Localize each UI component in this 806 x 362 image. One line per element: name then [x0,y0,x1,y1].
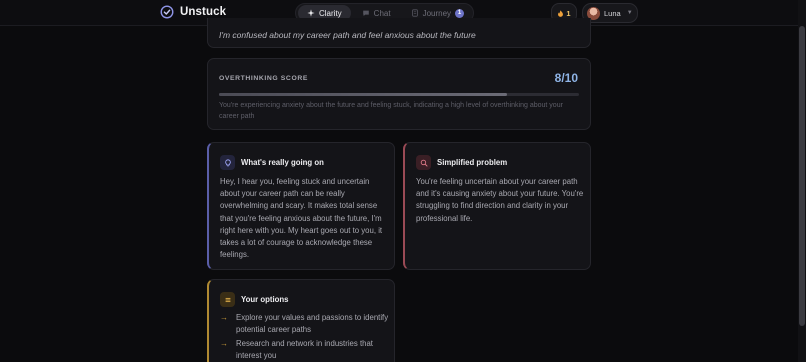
chevron-down-icon: ▼ [626,10,633,16]
chat-bubble-icon [362,10,369,17]
options-card: Your options → Explore your values and p… [207,279,395,362]
journal-icon [411,9,418,17]
simplified-body: You're feeling uncertain about your care… [416,177,584,223]
brand[interactable]: Unstuck [160,5,226,19]
options-header: Your options [220,292,289,307]
check-circle-icon [160,5,174,19]
simplified-header: Simplified problem [416,155,507,170]
tab-chat-label: Chat [373,8,391,18]
going-on-card: What's really going on Hey, I hear you, … [207,142,395,270]
sparkle-icon [307,9,315,17]
arrow-right-icon: → [220,313,228,322]
list-item: → Explore your values and passions to id… [220,312,390,335]
journey-badge: 1 [455,8,465,18]
arrow-right-icon: → [220,339,228,348]
tab-journey-label: Journey [422,8,452,18]
simplified-problem-card: Simplified problem You're feeling uncert… [403,142,591,270]
simplified-title: Simplified problem [437,158,508,167]
lightbulb-icon [220,155,235,170]
going-on-header: What's really going on [220,155,324,170]
options-list: → Explore your values and passions to id… [220,312,390,362]
tab-clarity-label: Clarity [319,8,342,18]
score-progress-bar [219,93,579,96]
scrollbar[interactable] [798,0,806,362]
list-icon [220,292,235,307]
scrollbar-thumb[interactable] [799,26,805,326]
fire-icon [558,9,564,17]
streak-count: 1 [566,8,571,18]
user-name: Luna [604,8,621,18]
score-description: You're experiencing anxiety about the fu… [219,102,563,120]
score-label: OVERTHINKING SCORE [219,75,308,82]
going-on-body: Hey, I hear you, feeling stuck and uncer… [220,177,383,260]
option-text: Research and network in industries that … [236,339,373,360]
overthinking-score-card: OVERTHINKING SCORE 8/10 You're experienc… [207,58,591,130]
app-name: Unstuck [180,6,227,18]
going-on-title: What's really going on [241,158,324,167]
query-card: I'm confused about my career path and fe… [207,18,591,48]
option-text: Explore your values and passions to iden… [236,313,389,334]
user-query: I'm confused about my career path and fe… [219,30,476,40]
score-value: 8/10 [554,71,578,85]
options-title: Your options [241,295,289,304]
search-icon [416,155,431,170]
list-item: → Research and network in industries tha… [220,338,390,361]
score-progress-fill [219,93,507,96]
